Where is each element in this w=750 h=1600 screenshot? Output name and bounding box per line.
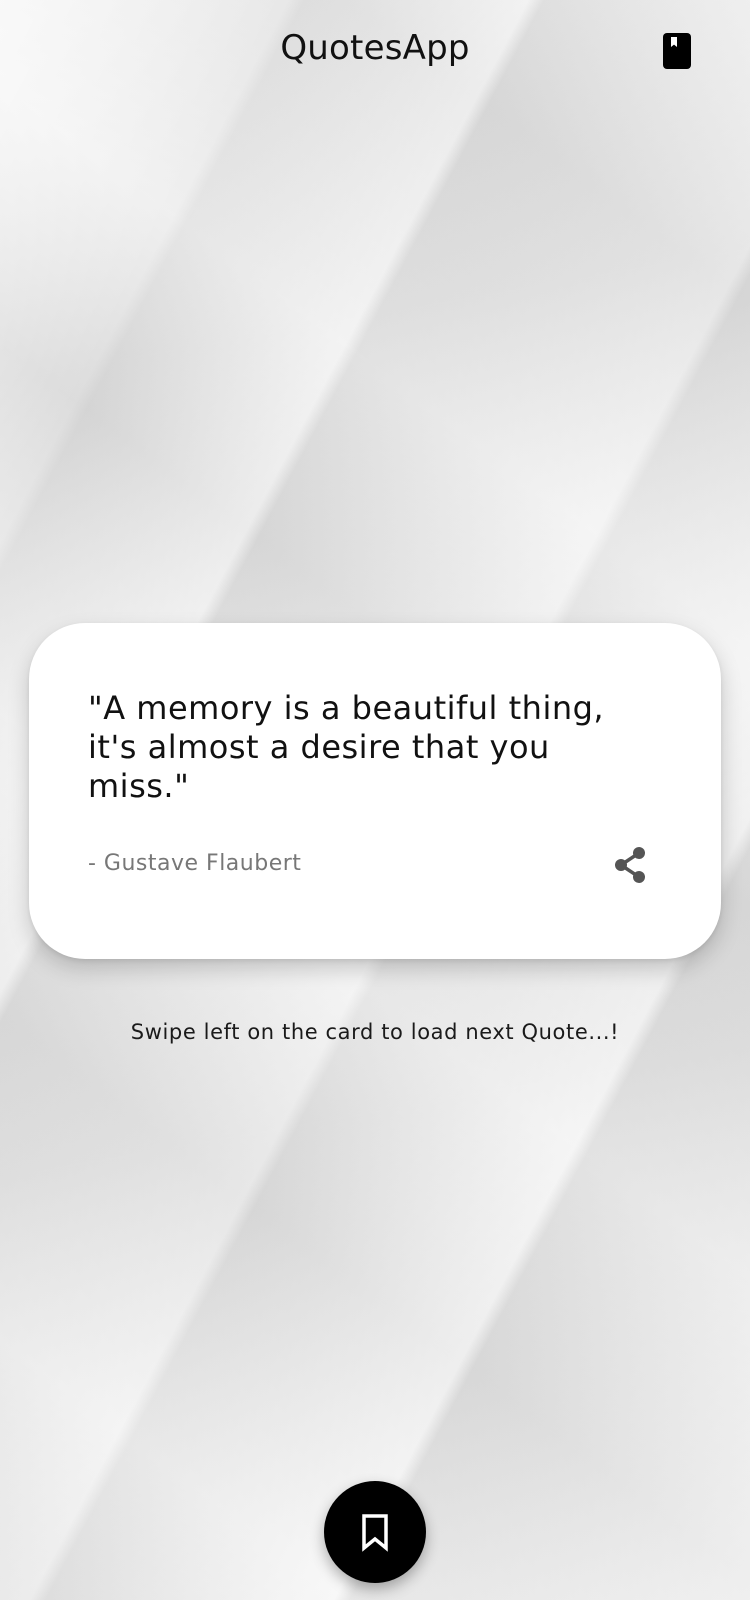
quote-card[interactable]: "A memory is a beautiful thing, it's alm… bbox=[29, 623, 721, 959]
app-title: QuotesApp bbox=[280, 28, 470, 68]
saved-quotes-button[interactable] bbox=[652, 26, 702, 76]
share-icon bbox=[615, 847, 645, 883]
bookmark-button[interactable] bbox=[324, 1481, 426, 1583]
app-bar: QuotesApp bbox=[0, 0, 750, 96]
bookmark-icon bbox=[362, 1514, 388, 1552]
share-button[interactable] bbox=[607, 841, 655, 889]
quote-author: - Gustave Flaubert bbox=[88, 851, 302, 876]
quote-text: "A memory is a beautiful thing, it's alm… bbox=[88, 689, 605, 805]
book-icon bbox=[663, 33, 691, 69]
swipe-hint: Swipe left on the card to load next Quot… bbox=[130, 1020, 620, 1044]
